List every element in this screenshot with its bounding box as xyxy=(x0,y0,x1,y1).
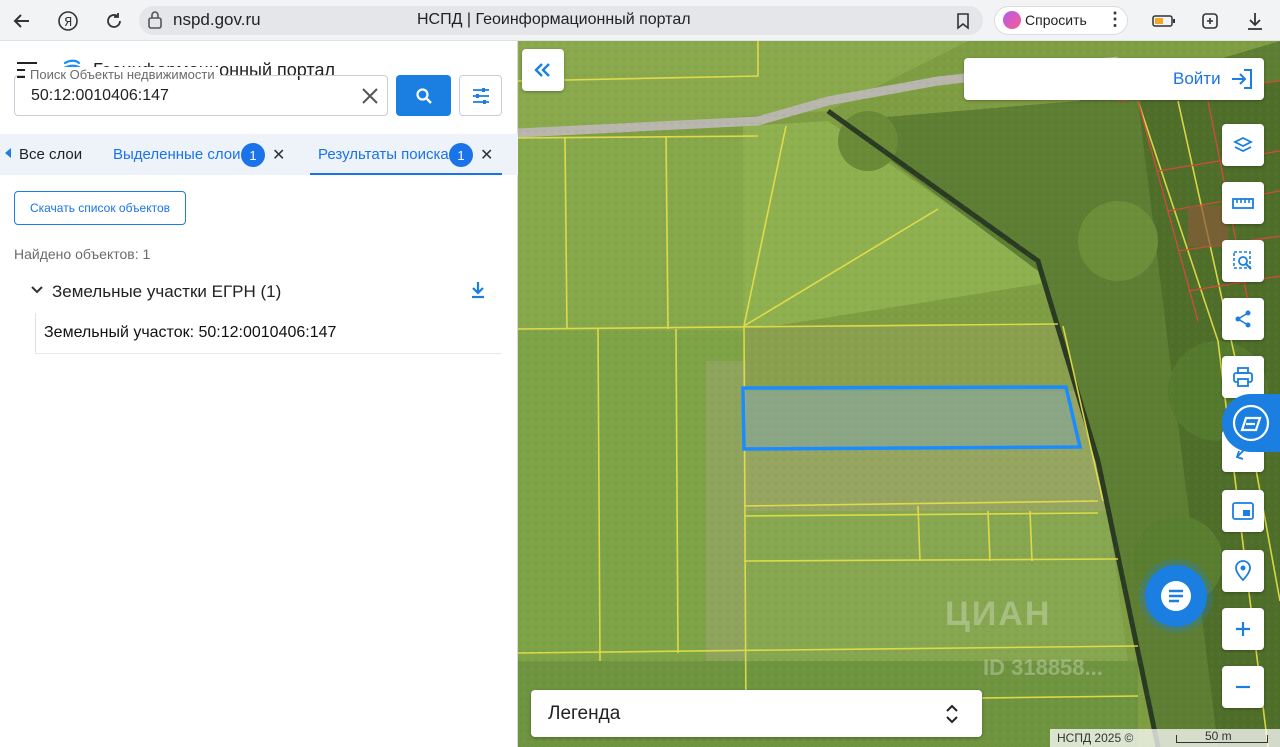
assistant-icon xyxy=(1232,404,1270,442)
attribution-text: НСПД 2025 © xyxy=(1057,731,1134,745)
login-label[interactable]: Войти xyxy=(1173,69,1221,89)
ask-label: Спросить xyxy=(1025,12,1087,28)
download-list-button[interactable]: Скачать список объектов xyxy=(14,191,186,225)
layers-icon xyxy=(1233,136,1253,153)
url-text[interactable]: nspd.gov.ru xyxy=(173,10,261,30)
plus-icon xyxy=(1236,622,1250,636)
minimap-button[interactable] xyxy=(1222,490,1264,532)
reload-icon[interactable] xyxy=(101,8,127,34)
result-group-title[interactable]: Земельные участки ЕГРН (1) xyxy=(52,282,281,302)
more-vertical-icon[interactable]: ⋮ xyxy=(1106,9,1124,30)
lock-icon xyxy=(146,10,164,30)
close-results-tab-icon[interactable]: ✕ xyxy=(480,145,493,165)
search-label: Поиск Объекты недвижимости xyxy=(25,67,220,82)
alice-icon xyxy=(1003,11,1021,29)
download-icon[interactable] xyxy=(1242,8,1268,34)
close-selected-tab-icon[interactable]: ✕ xyxy=(272,145,285,165)
satellite-imagery xyxy=(518,41,1280,747)
layers-button[interactable] xyxy=(1222,124,1264,166)
clear-icon[interactable] xyxy=(360,86,380,106)
ruler-button[interactable] xyxy=(1222,182,1264,224)
battery-icon[interactable] xyxy=(1151,8,1177,34)
search-button[interactable] xyxy=(396,75,451,116)
watermark-text: ЦИАН xyxy=(945,595,1052,633)
watermark-id: ID 318858... xyxy=(983,655,1103,680)
selected-layers-badge: 1 xyxy=(241,143,265,167)
chevron-down-icon[interactable] xyxy=(30,283,44,297)
minus-icon xyxy=(1236,685,1250,689)
assistant-button[interactable] xyxy=(1222,394,1280,452)
page-title: НСПД | Геоинформационный портал xyxy=(417,11,691,28)
share-icon xyxy=(1235,310,1251,328)
chat-button[interactable] xyxy=(1145,565,1207,627)
browser-toolbar: Я nspd.gov.ru НСПД | Геоинформационный п… xyxy=(0,0,1280,41)
zoom-out-button[interactable] xyxy=(1222,666,1264,708)
chat-icon xyxy=(1161,581,1191,611)
filter-button[interactable] xyxy=(459,75,502,116)
extensions-icon[interactable] xyxy=(1197,8,1223,34)
selected-parcel-outline xyxy=(741,385,1083,451)
download-icon[interactable] xyxy=(470,281,486,299)
tab-search-results[interactable]: Результаты поиска xyxy=(318,146,449,163)
tabs-scroll-left-icon[interactable] xyxy=(5,148,11,158)
geolocation-button[interactable] xyxy=(1222,550,1264,592)
area-search-button[interactable] xyxy=(1222,240,1264,282)
legend-label[interactable]: Легенда xyxy=(548,703,620,725)
share-button[interactable] xyxy=(1222,298,1264,340)
ruler-icon xyxy=(1232,198,1254,209)
search-icon xyxy=(415,87,432,104)
search-value[interactable]: 50:12:0010406:147 xyxy=(31,87,169,105)
back-icon[interactable] xyxy=(9,8,35,34)
login-icon[interactable] xyxy=(1230,68,1254,90)
expand-icon[interactable] xyxy=(944,702,960,726)
collapse-panel-button[interactable] xyxy=(522,49,564,91)
svg-text:Я: Я xyxy=(64,15,72,29)
tab-all-layers[interactable]: Все слои xyxy=(19,146,82,163)
area-search-icon xyxy=(1233,251,1252,270)
zoom-in-button[interactable] xyxy=(1222,608,1264,650)
bookmark-icon[interactable] xyxy=(950,8,976,34)
print-button[interactable] xyxy=(1222,356,1264,398)
picture-in-picture-icon xyxy=(1232,502,1254,520)
sliders-icon xyxy=(472,87,489,104)
print-icon xyxy=(1233,367,1253,387)
found-count: Найдено объектов: 1 xyxy=(14,246,151,262)
tab-selected-layers[interactable]: Выделенные слои xyxy=(113,146,240,163)
result-item-label[interactable]: Земельный участок: 50:12:0010406:147 xyxy=(44,324,336,342)
map-canvas[interactable] xyxy=(518,41,1280,747)
scale-label: 50 m xyxy=(1205,729,1232,743)
yandex-icon[interactable]: Я xyxy=(55,8,81,34)
active-tab-indicator xyxy=(310,173,502,175)
double-chevron-left-icon xyxy=(534,63,550,77)
location-pin-icon xyxy=(1235,560,1251,582)
search-results-badge: 1 xyxy=(449,143,473,167)
